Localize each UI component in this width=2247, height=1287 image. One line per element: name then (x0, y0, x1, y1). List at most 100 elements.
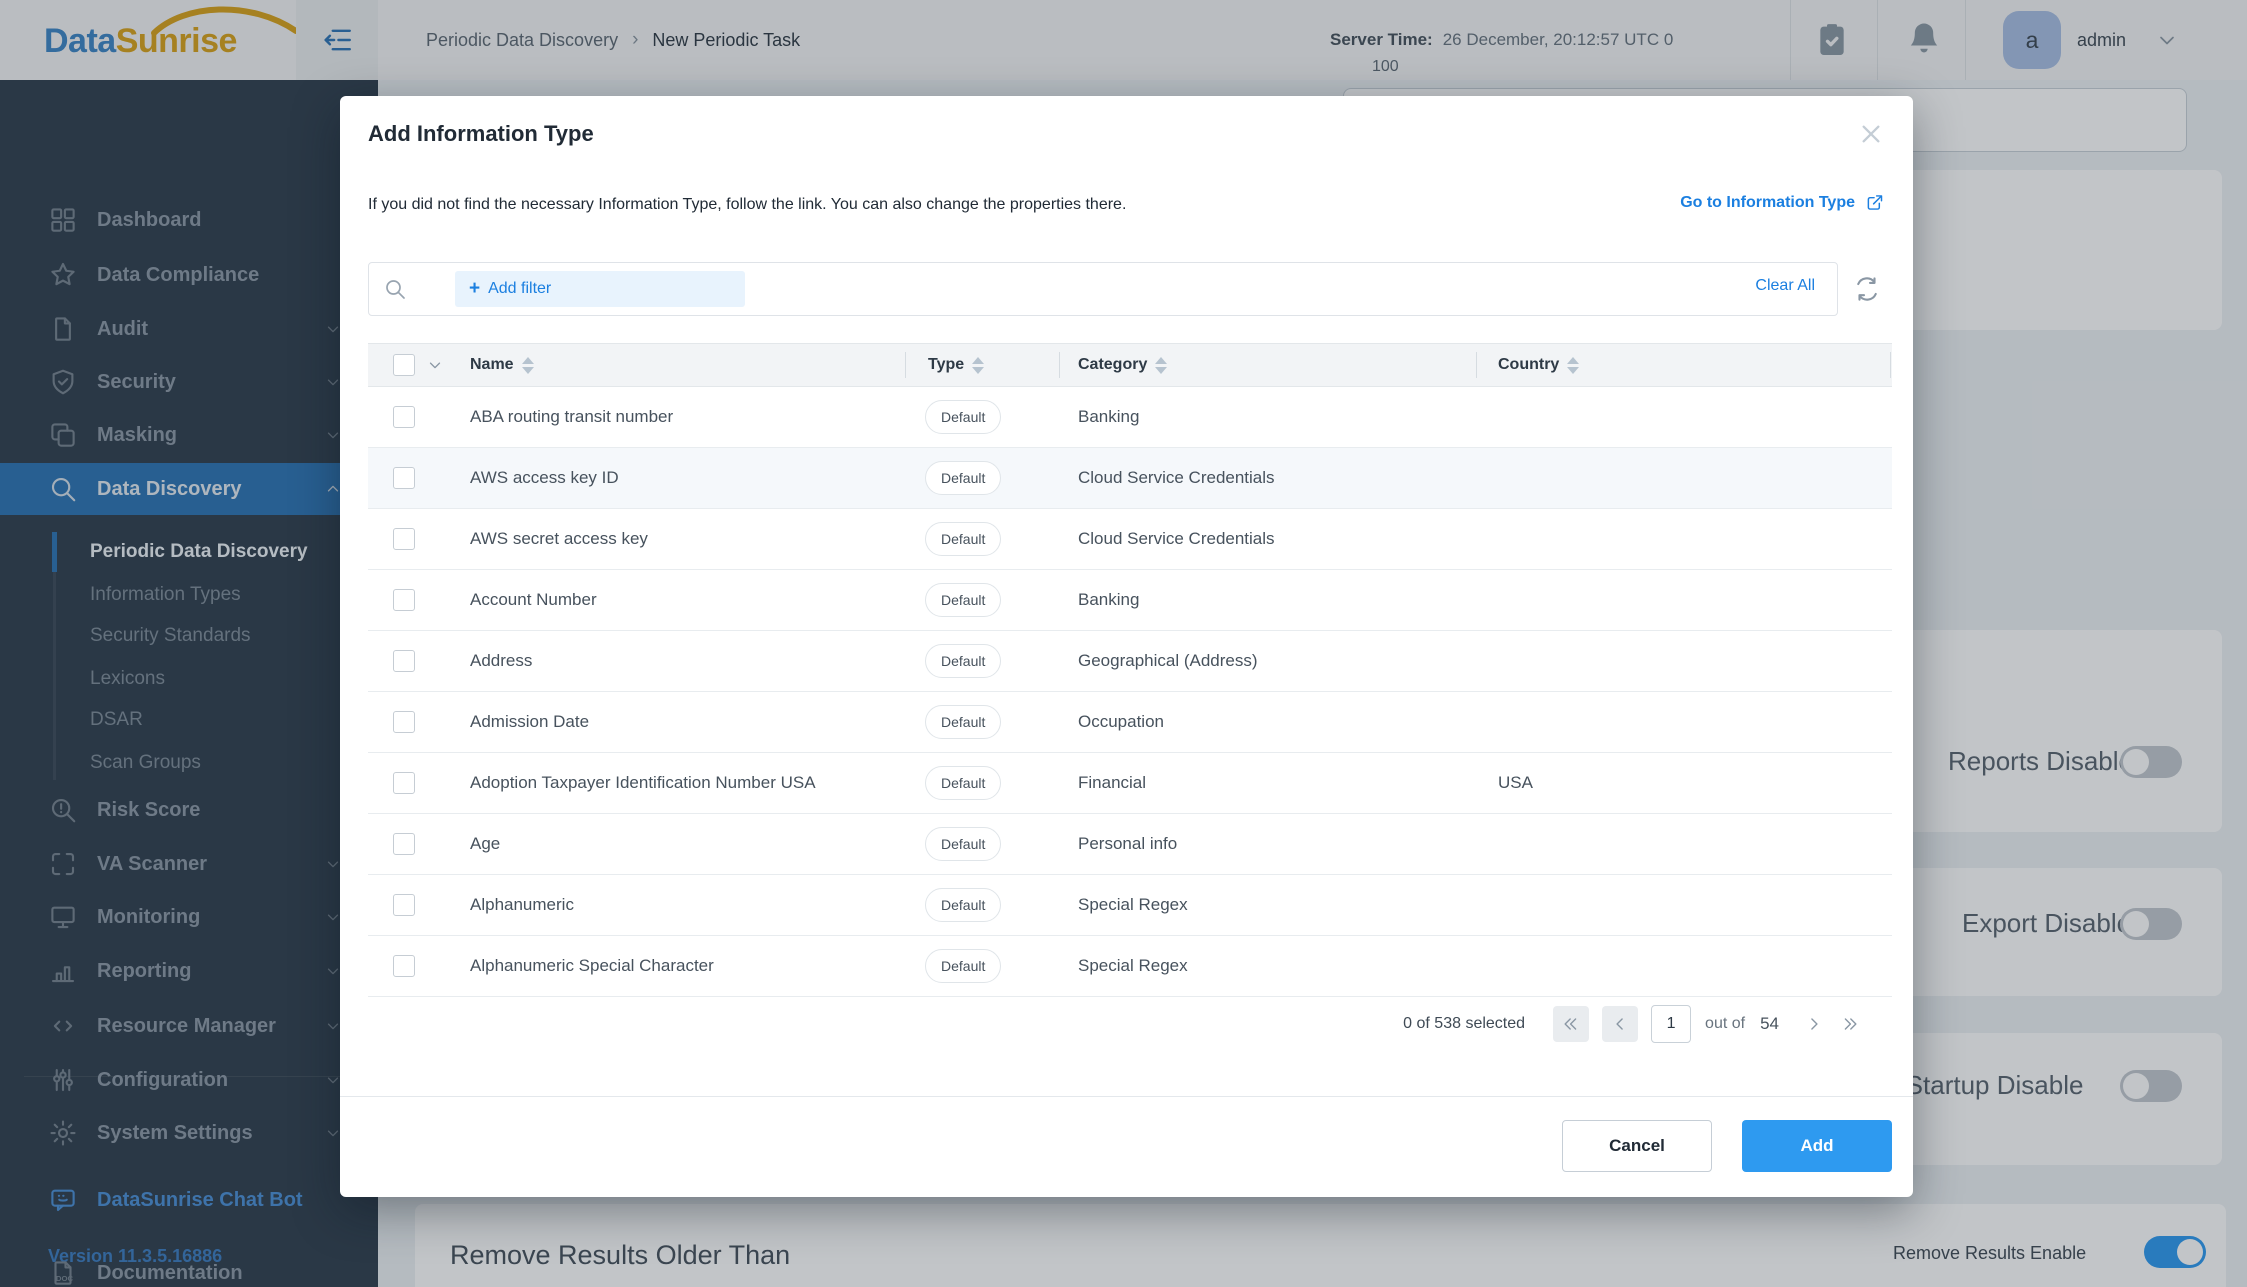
row-checkbox[interactable] (393, 711, 415, 733)
cell-name: AWS secret access key (470, 529, 648, 549)
table-row[interactable]: Age Default Personal info (368, 814, 1892, 875)
cell-name: Age (470, 834, 500, 854)
sort-icon[interactable] (972, 357, 984, 374)
column-header-country[interactable]: Country (1498, 344, 1579, 386)
cell-category: Banking (1078, 407, 1139, 427)
row-checkbox[interactable] (393, 772, 415, 794)
cell-category: Cloud Service Credentials (1078, 468, 1275, 488)
add-button[interactable]: Add (1742, 1120, 1892, 1172)
total-pages: 54 (1760, 1014, 1779, 1034)
cell-category: Financial (1078, 773, 1146, 793)
cancel-button[interactable]: Cancel (1562, 1120, 1712, 1172)
modal-title: Add Information Type (368, 121, 594, 147)
double-chevron-left-icon (1561, 1014, 1581, 1034)
modal-subtitle: If you did not find the necessary Inform… (368, 196, 1126, 214)
chevron-right-icon (1804, 1014, 1824, 1034)
column-header-type[interactable]: Type (928, 344, 984, 386)
plus-icon: + (469, 278, 480, 300)
table-row[interactable]: Account Number Default Banking (368, 570, 1892, 631)
table-row[interactable]: Address Default Geographical (Address) (368, 631, 1892, 692)
cell-name: Account Number (470, 590, 597, 610)
external-link-icon (1864, 192, 1885, 213)
column-label: Country (1498, 356, 1559, 374)
sort-icon[interactable] (1155, 357, 1167, 374)
selected-count: 0 of 538 selected (1403, 1015, 1525, 1033)
type-badge: Default (925, 888, 1001, 922)
cell-name: Admission Date (470, 712, 589, 732)
first-page-button[interactable] (1553, 1006, 1589, 1042)
cell-name: Alphanumeric Special Character (470, 956, 714, 976)
row-checkbox[interactable] (393, 833, 415, 855)
table-row[interactable]: Admission Date Default Occupation (368, 692, 1892, 753)
row-checkbox[interactable] (393, 894, 415, 916)
column-label: Type (928, 356, 964, 374)
cell-name: Alphanumeric (470, 895, 574, 915)
select-menu-chevron-down-icon[interactable] (426, 356, 444, 374)
cell-category: Geographical (Address) (1078, 651, 1258, 671)
select-all-checkbox[interactable] (393, 354, 415, 376)
cell-category: Special Regex (1078, 895, 1188, 915)
add-information-type-modal: Add Information Type If you did not find… (340, 96, 1913, 1197)
out-of-label: out of (1705, 1015, 1745, 1033)
close-icon[interactable] (1855, 118, 1887, 150)
column-header-category[interactable]: Category (1078, 344, 1167, 386)
type-badge: Default (925, 705, 1001, 739)
table-row[interactable]: Alphanumeric Default Special Regex (368, 875, 1892, 936)
table-row[interactable]: AWS secret access key Default Cloud Servic… (368, 509, 1892, 570)
type-badge: Default (925, 644, 1001, 678)
cell-category: Banking (1078, 590, 1139, 610)
row-checkbox[interactable] (393, 528, 415, 550)
column-label: Name (470, 356, 514, 374)
type-badge: Default (925, 827, 1001, 861)
last-page-button[interactable] (1837, 1006, 1863, 1042)
cell-country: USA (1498, 773, 1533, 793)
modal-footer: Cancel Add (340, 1096, 1913, 1198)
next-page-button[interactable] (1801, 1006, 1827, 1042)
row-checkbox[interactable] (393, 406, 415, 428)
add-filter-label: Add filter (488, 280, 551, 298)
refresh-icon[interactable] (1852, 274, 1882, 304)
row-checkbox[interactable] (393, 650, 415, 672)
cell-name: Adoption Taxpayer Identification Number … (470, 773, 816, 793)
cell-name: ABA routing transit number (470, 407, 673, 427)
app-screen: DataSunrise Periodic Data Discovery › Ne… (0, 0, 2247, 1287)
cell-category: Occupation (1078, 712, 1164, 732)
chevron-left-icon (1610, 1014, 1630, 1034)
filter-bar: + Add filter Clear All (368, 262, 1838, 316)
column-label: Category (1078, 356, 1147, 374)
table-body: ABA routing transit number Default Banking… (368, 387, 1892, 997)
cell-category: Special Regex (1078, 956, 1188, 976)
type-badge: Default (925, 522, 1001, 556)
page-number-input[interactable] (1651, 1005, 1691, 1043)
table-row[interactable]: AWS access key ID Default Cloud Service Cr… (368, 448, 1892, 509)
type-badge: Default (925, 583, 1001, 617)
type-badge: Default (925, 461, 1001, 495)
link-label: Go to Information Type (1680, 194, 1855, 212)
table-header: Name Type Category Country (368, 343, 1892, 387)
previous-page-button[interactable] (1602, 1006, 1638, 1042)
row-checkbox[interactable] (393, 589, 415, 611)
cell-name: Address (470, 651, 532, 671)
cell-category: Cloud Service Credentials (1078, 529, 1275, 549)
go-to-information-type-link[interactable]: Go to Information Type (1680, 192, 1885, 213)
cell-name: AWS access key ID (470, 468, 619, 488)
sort-icon[interactable] (522, 357, 534, 374)
type-badge: Default (925, 400, 1001, 434)
add-filter-button[interactable]: + Add filter (455, 271, 745, 307)
row-checkbox[interactable] (393, 955, 415, 977)
search-icon (383, 277, 407, 301)
column-header-name[interactable]: Name (470, 344, 534, 386)
double-chevron-right-icon (1840, 1014, 1860, 1034)
pagination: 0 of 538 selected out of 54 (1403, 1004, 1873, 1044)
clear-all-button[interactable]: Clear All (1755, 277, 1815, 295)
column-divider (1476, 352, 1477, 378)
sort-icon[interactable] (1567, 357, 1579, 374)
cell-category: Personal info (1078, 834, 1177, 854)
table-row[interactable]: Adoption Taxpayer Identification Number … (368, 753, 1892, 814)
column-divider (1059, 352, 1060, 378)
column-divider (1890, 352, 1891, 378)
table-row[interactable]: Alphanumeric Special CharacterDefaultSpe… (368, 936, 1892, 997)
row-checkbox[interactable] (393, 467, 415, 489)
type-badge: Default (925, 766, 1001, 800)
table-row[interactable]: ABA routing transit number Default Banking (368, 387, 1892, 448)
